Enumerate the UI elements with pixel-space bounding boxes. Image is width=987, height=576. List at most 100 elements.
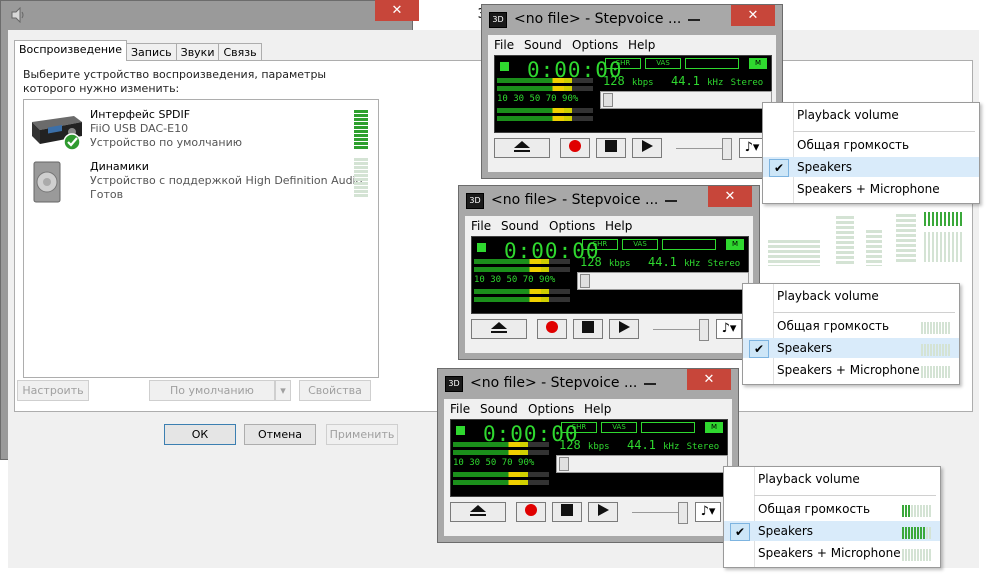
meter-segment xyxy=(354,146,368,149)
position-slider[interactable] xyxy=(556,455,728,473)
menu-item[interactable]: ✔ Speakers xyxy=(743,338,959,358)
meter-segment xyxy=(905,527,907,539)
set-default-button[interactable]: По умолчанию xyxy=(149,380,275,401)
stop-button[interactable] xyxy=(552,502,582,522)
menu-options[interactable]: Options xyxy=(528,402,574,416)
volume-slider-track[interactable] xyxy=(676,148,726,149)
tab-communications[interactable]: Связь xyxy=(218,43,262,61)
slider-thumb[interactable] xyxy=(559,457,569,471)
bitrate-value: 128 xyxy=(603,74,625,88)
close-button[interactable]: ✕ xyxy=(375,0,419,21)
window-title: <no file> - Stepvoice ... xyxy=(470,375,638,391)
record-button[interactable] xyxy=(560,138,590,158)
slider-thumb[interactable] xyxy=(580,274,590,288)
play-button[interactable] xyxy=(632,138,662,158)
configure-button[interactable]: Настроить xyxy=(17,380,89,401)
menu-file[interactable]: File xyxy=(471,219,491,233)
eject-button[interactable] xyxy=(494,138,550,158)
vu-scale: 10 30 50 70 90% xyxy=(474,275,556,285)
tab-recording[interactable]: Запись xyxy=(125,43,177,61)
meter-segment xyxy=(354,174,368,177)
menu-item-meter xyxy=(902,549,932,561)
meter-segment xyxy=(948,344,950,356)
properties-button[interactable]: Свойства xyxy=(299,380,371,401)
samplerate-unit: kHz xyxy=(684,259,701,269)
device-item-spdif[interactable]: Интерфейс SPDIF FiiO USB DAC-E10 Устройс… xyxy=(24,104,378,156)
level-meter xyxy=(354,158,368,198)
volume-slider-track[interactable] xyxy=(653,329,703,330)
menu-sound[interactable]: Sound xyxy=(501,219,539,233)
meter-segment xyxy=(933,366,935,378)
stop-button[interactable] xyxy=(596,138,626,158)
device-status: Устройство по умолчанию xyxy=(90,136,243,149)
menu-header[interactable]: Playback volume xyxy=(777,289,879,303)
menu-item[interactable]: Speakers + Microphone xyxy=(743,360,959,380)
level-meter xyxy=(768,240,820,266)
volume-mixer-button[interactable]: ♪▾ xyxy=(695,502,721,522)
meter-segment xyxy=(905,549,907,561)
vu-meter-right xyxy=(497,86,593,91)
stop-button[interactable] xyxy=(573,319,603,339)
sound-dialog: Звук ✕ Воспроизведение Запись Звуки Связ… xyxy=(0,0,979,568)
record-button[interactable] xyxy=(516,502,546,522)
meter-segment xyxy=(929,549,931,561)
menu-help[interactable]: Help xyxy=(605,219,632,233)
menu-sound[interactable]: Sound xyxy=(524,38,562,52)
meter-segment xyxy=(924,366,926,378)
minimize-icon[interactable] xyxy=(644,383,656,386)
menu-header[interactable]: Playback volume xyxy=(758,472,860,486)
eject-button[interactable] xyxy=(471,319,527,339)
device-name: Интерфейс SPDIF xyxy=(90,108,191,121)
menu-item[interactable]: Speakers + Microphone xyxy=(724,543,940,563)
position-slider[interactable] xyxy=(600,91,772,109)
menu-item[interactable]: Общая громкость xyxy=(743,316,959,336)
position-slider[interactable] xyxy=(577,272,749,290)
menu-item[interactable]: Speakers + Microphone xyxy=(763,179,979,199)
minimize-icon[interactable] xyxy=(665,200,677,203)
level-meter xyxy=(354,110,368,150)
menu-item[interactable]: ✔ Speakers xyxy=(763,157,979,177)
device-description: FiiO USB DAC-E10 xyxy=(90,122,189,135)
meter-segment xyxy=(923,549,925,561)
cancel-button[interactable]: Отмена xyxy=(244,424,316,445)
menu-options[interactable]: Options xyxy=(572,38,618,52)
menu-item[interactable]: ✔ Speakers xyxy=(724,521,940,541)
input-meter-left xyxy=(453,472,549,477)
menu-options[interactable]: Options xyxy=(549,219,595,233)
record-button[interactable] xyxy=(537,319,567,339)
slider-thumb[interactable] xyxy=(603,93,613,107)
menu-file[interactable]: File xyxy=(450,402,470,416)
menu-item[interactable]: Общая громкость xyxy=(763,135,979,155)
menu-item-label: Общая громкость xyxy=(797,138,910,152)
volume-slider-track[interactable] xyxy=(632,512,682,513)
play-button[interactable] xyxy=(588,502,618,522)
device-list[interactable]: Интерфейс SPDIF FiiO USB DAC-E10 Устройс… xyxy=(23,99,379,378)
close-button[interactable]: ✕ xyxy=(708,186,752,207)
close-button[interactable]: ✕ xyxy=(731,5,775,26)
vu-meter-left xyxy=(453,442,549,447)
volume-slider-thumb[interactable] xyxy=(678,502,688,524)
ok-button[interactable]: ОК xyxy=(164,424,236,445)
apply-button[interactable]: Применить xyxy=(326,424,398,445)
volume-mixer-button[interactable]: ♪▾ xyxy=(716,319,742,339)
menu-file[interactable]: File xyxy=(494,38,514,52)
minimize-icon[interactable] xyxy=(688,19,700,22)
menu-item-meter xyxy=(921,322,951,334)
close-button[interactable]: ✕ xyxy=(687,369,731,390)
volume-slider-thumb[interactable] xyxy=(699,319,709,341)
set-default-dropdown[interactable]: ▾ xyxy=(275,380,291,401)
eject-button[interactable] xyxy=(450,502,506,522)
close-icon: ✕ xyxy=(747,8,759,23)
menu-help[interactable]: Help xyxy=(584,402,611,416)
tab-sounds[interactable]: Звуки xyxy=(175,43,220,61)
volume-slider-thumb[interactable] xyxy=(722,138,732,160)
menu-item[interactable]: Общая громкость xyxy=(724,499,940,519)
device-item-speakers[interactable]: Динамики Устройство с поддержкой High De… xyxy=(24,156,378,208)
meter-segment xyxy=(354,194,368,197)
menu-sound[interactable]: Sound xyxy=(480,402,518,416)
play-icon xyxy=(598,504,609,516)
play-button[interactable] xyxy=(609,319,639,339)
menu-help[interactable]: Help xyxy=(628,38,655,52)
tab-playback[interactable]: Воспроизведение xyxy=(14,40,127,61)
menu-header[interactable]: Playback volume xyxy=(797,108,899,122)
